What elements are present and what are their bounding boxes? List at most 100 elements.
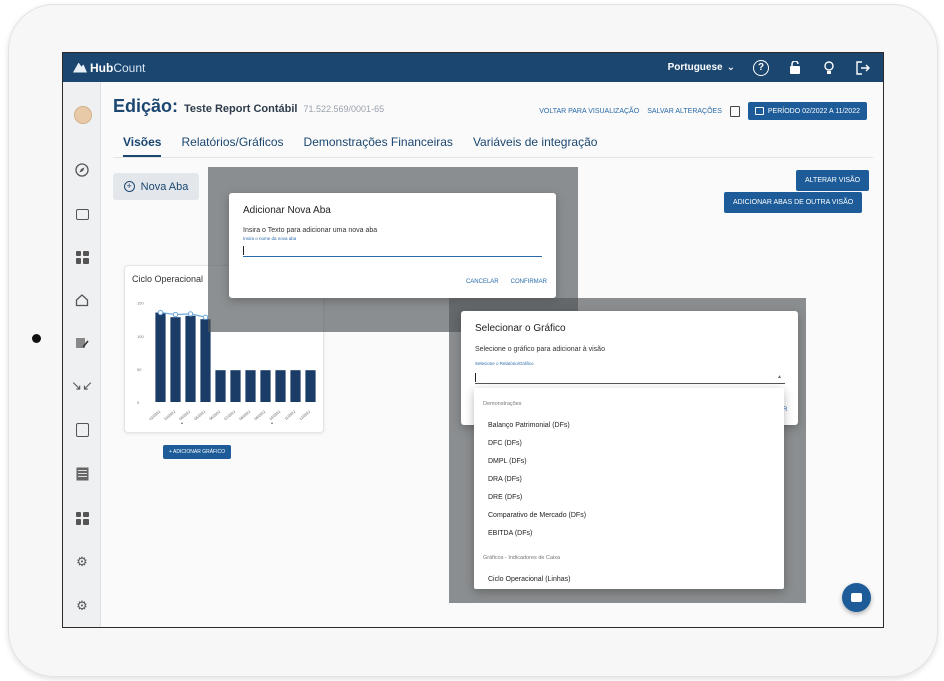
y-tick-label: 150 bbox=[137, 301, 144, 306]
calculator-icon[interactable] bbox=[74, 510, 90, 526]
series-point[interactable] bbox=[187, 311, 194, 317]
add-tab-dialog: Adicionar Nova Aba Insira o Texto para a… bbox=[229, 193, 556, 298]
tablet-camera bbox=[32, 334, 41, 343]
page-title: Edição: Teste Report Contábil 71.522.569… bbox=[113, 96, 384, 117]
help-icon[interactable]: ? bbox=[753, 59, 769, 76]
x-tick-label: 10/2022 bbox=[269, 410, 282, 421]
nova-aba-label: Nova Aba bbox=[140, 180, 189, 193]
dropdown-group-header: Gráficos - Indicadores de Caixa bbox=[483, 555, 561, 561]
bell-settings-icon[interactable]: ⚙ bbox=[74, 554, 90, 570]
chart-bar[interactable] bbox=[215, 370, 226, 402]
legend-marker: • bbox=[181, 421, 183, 427]
calendar-icon bbox=[754, 107, 764, 115]
confirm-button[interactable]: CONFIRMAR bbox=[511, 279, 547, 285]
graph-dropdown-menu: Demonstrações Balanço Patrimonial (DFs) … bbox=[474, 388, 784, 589]
chart-bar[interactable] bbox=[185, 315, 196, 402]
add-graph-button[interactable]: + ADICIONAR GRÁFICO bbox=[163, 445, 231, 459]
chat-button[interactable] bbox=[842, 583, 871, 612]
x-tick-label: 08/2022 bbox=[239, 410, 252, 421]
x-tick-label: 04/2022 bbox=[179, 410, 192, 421]
bell-config-icon[interactable]: ⚙ bbox=[74, 598, 90, 614]
legend-marker: • bbox=[271, 421, 273, 427]
lock-icon[interactable] bbox=[787, 60, 803, 76]
dropdown-group-header: Demonstrações bbox=[483, 401, 522, 407]
dialog-title: Adicionar Nova Aba bbox=[243, 205, 331, 216]
period-button[interactable]: PERÍODO 02/2022 A 11/2022 bbox=[747, 102, 867, 120]
cancel-button[interactable]: CANCELAR bbox=[466, 279, 499, 285]
tab-demonstracoes[interactable]: Demonstrações Financeiras bbox=[304, 135, 453, 157]
report-name: Teste Report Contábil bbox=[184, 103, 298, 115]
alterar-visao-button[interactable]: ALTERAR VISÃO bbox=[796, 170, 870, 191]
logout-icon[interactable] bbox=[855, 60, 871, 76]
back-to-view-link[interactable]: VOLTAR PARA VISUALIZAÇÃO bbox=[539, 108, 639, 115]
top-bar: Hub Count Portuguese ⌄ ? bbox=[63, 53, 883, 82]
dashboard-icon[interactable] bbox=[74, 249, 90, 265]
chevron-up-icon: ▲ bbox=[777, 374, 782, 380]
x-tick-label: 07/2022 bbox=[224, 410, 237, 421]
x-tick-label: 03/2022 bbox=[164, 410, 177, 421]
series-point[interactable] bbox=[157, 309, 164, 316]
plus-circle-icon: + bbox=[123, 181, 135, 192]
copy-icon[interactable] bbox=[729, 105, 740, 117]
spreadsheet-icon[interactable] bbox=[74, 466, 90, 482]
chat-icon bbox=[851, 593, 862, 602]
language-selector[interactable]: Portuguese ⌄ bbox=[668, 62, 735, 73]
save-changes-link[interactable]: SALVAR ALTERAÇÕES bbox=[647, 108, 722, 115]
text-caret bbox=[475, 373, 476, 382]
adicionar-abas-button[interactable]: ADICIONAR ABAS DE OUTRA VISÃO bbox=[724, 192, 863, 213]
compass-icon[interactable] bbox=[74, 162, 90, 178]
logo-mountain-icon bbox=[73, 62, 87, 73]
y-tick-label: 100 bbox=[137, 334, 144, 339]
period-label: PERÍODO 02/2022 A 11/2022 bbox=[767, 107, 860, 115]
tab-name-input[interactable] bbox=[243, 244, 542, 257]
chart-bar[interactable] bbox=[155, 312, 166, 402]
tab-bar: Visões Relatórios/Gráficos Demonstrações… bbox=[123, 135, 597, 157]
home-icon[interactable] bbox=[74, 292, 90, 308]
chart-bar[interactable] bbox=[170, 317, 181, 402]
dialog-title: Selecionar o Gráfico bbox=[475, 323, 566, 334]
dropdown-option[interactable]: Ciclo Operacional (Linhas) bbox=[488, 576, 570, 583]
language-label: Portuguese bbox=[667, 62, 723, 73]
bulb-icon[interactable] bbox=[821, 60, 837, 76]
graph-select[interactable]: ▲ bbox=[475, 370, 785, 384]
dialog-message: Selecione o gráfico para adicionar à vis… bbox=[475, 346, 605, 353]
graph-select-label: Selecione o Relatório/Gráfico bbox=[475, 361, 534, 366]
series-line bbox=[160, 311, 206, 318]
dropdown-option[interactable]: EBITDA (DFs) bbox=[488, 530, 532, 537]
logo-hub-text: Hub bbox=[90, 60, 114, 75]
dropdown-option[interactable]: DFC (DFs) bbox=[488, 440, 522, 447]
chart-bar[interactable] bbox=[230, 370, 241, 402]
chart-bar[interactable] bbox=[275, 370, 286, 402]
hubcount-logo[interactable]: Hub Count bbox=[73, 61, 145, 75]
collapse-arrows-icon[interactable]: ↘↙ bbox=[71, 378, 93, 394]
dropdown-option[interactable]: Comparativo de Mercado (DFs) bbox=[488, 512, 586, 519]
tab-visoes[interactable]: Visões bbox=[123, 135, 162, 157]
tab-variaveis[interactable]: Variáveis de integração bbox=[473, 135, 598, 157]
x-tick-label: 09/2022 bbox=[254, 410, 267, 421]
tab-relatorios-graficos[interactable]: Relatórios/Gráficos bbox=[181, 135, 283, 157]
x-tick-label: 11/2022 bbox=[284, 410, 296, 421]
chevron-down-icon: ⌄ bbox=[726, 62, 735, 73]
series-point[interactable] bbox=[172, 311, 179, 318]
folder-icon[interactable] bbox=[74, 206, 90, 222]
dropdown-option[interactable]: DMPL (DFs) bbox=[488, 458, 527, 465]
tabs-divider bbox=[113, 157, 873, 158]
chart-bar[interactable] bbox=[245, 370, 256, 402]
edit-document-icon[interactable] bbox=[74, 335, 90, 351]
chart-bar[interactable] bbox=[290, 370, 301, 402]
chart-bar[interactable] bbox=[305, 370, 316, 402]
edit-label: Edição: bbox=[113, 96, 179, 116]
chart-bar[interactable] bbox=[260, 370, 271, 402]
report-cnpj: 71.522.569/0001-65 bbox=[303, 104, 385, 114]
dropdown-option[interactable]: DRE (DFs) bbox=[488, 494, 522, 501]
nova-aba-button[interactable]: + Nova Aba bbox=[113, 173, 199, 200]
dialog-message: Insira o Texto para adicionar uma nova a… bbox=[243, 227, 378, 234]
dropdown-option[interactable]: DRA (DFs) bbox=[488, 476, 522, 483]
report-icon[interactable] bbox=[74, 422, 90, 438]
dropdown-option[interactable]: Balanço Patrimonial (DFs) bbox=[488, 422, 570, 429]
header-actions: VOLTAR PARA VISUALIZAÇÃO SALVAR ALTERAÇÕ… bbox=[539, 102, 867, 120]
dialog-actions: CANCELAR CONFIRMAR bbox=[466, 279, 547, 285]
logo-count-text: Count bbox=[113, 60, 146, 75]
x-tick-label: 02/2022 bbox=[149, 410, 162, 421]
avatar[interactable] bbox=[74, 106, 92, 124]
